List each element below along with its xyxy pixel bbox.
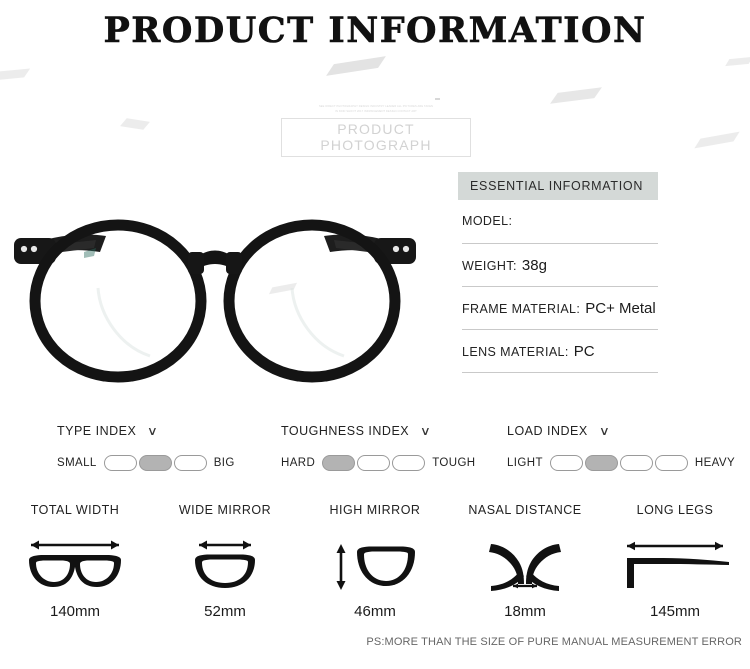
measurement-label: LONG LEGS (636, 503, 714, 517)
measurement-label: TOTAL WIDTH (30, 503, 120, 517)
measurement-value: 52mm (204, 603, 246, 620)
index-low-label: SMALL (57, 457, 97, 469)
index-pill-active[interactable] (138, 455, 172, 471)
decorative-shard-icon (0, 68, 31, 81)
index-pill[interactable] (549, 455, 583, 471)
spec-row-lens-material: LENS MATERIAL: PC (462, 343, 658, 373)
spec-divider (462, 372, 658, 373)
spec-divider (462, 243, 658, 244)
index-group-load: LOAD INDEX ∨ LIGHT HEAVY (507, 424, 735, 471)
spec-label: LENS MATERIAL: (462, 345, 569, 359)
glasses-full-width-icon (0, 535, 150, 595)
lens-width-icon (150, 535, 300, 595)
index-title-label: LOAD INDEX (507, 424, 588, 438)
spec-row-frame-material: FRAME MATERIAL: PC+ Metal (462, 300, 658, 330)
index-title: TOUGHNESS INDEX ∨ (281, 424, 476, 438)
decorative-shard-icon (326, 56, 386, 76)
index-low-label: HARD (281, 457, 316, 469)
watermark-photograph-label: PRODUCT PHOTOGRAPH (281, 118, 471, 157)
lens-height-icon (300, 535, 450, 595)
temple-length-icon (600, 535, 750, 595)
index-title-label: TOUGHNESS INDEX (281, 424, 410, 438)
chevron-down-icon: ∨ (419, 424, 432, 438)
measurement-label: HIGH MIRROR (329, 503, 421, 517)
measurement-long-legs: LONG LEGS 145mm (600, 503, 750, 623)
index-pill[interactable] (619, 455, 653, 471)
index-high-label: TOUGH (432, 457, 476, 469)
measurement-disclaimer: PS:MORE THAN THE SIZE OF PURE MANUAL MEA… (366, 636, 742, 648)
essential-information-panel: ESSENTIAL INFORMATION MODEL: WEIGHT: 38g… (458, 172, 658, 373)
index-title: LOAD INDEX ∨ (507, 424, 735, 438)
measurement-label: NASAL DISTANCE (468, 503, 582, 517)
index-group-toughness: TOUGHNESS INDEX ∨ HARD TOUGH (281, 424, 476, 471)
decorative-shard-icon (725, 56, 750, 67)
index-pill[interactable] (392, 455, 426, 471)
watermark-dot-icon (435, 98, 440, 100)
measurement-value: 145mm (649, 603, 701, 620)
measurement-total-width: TOTAL WIDTH 140mm (0, 503, 150, 623)
index-title-label: TYPE INDEX (57, 424, 137, 438)
watermark-line-2: IN KIND SHOOT 2017 INFRINGEMENT DESIGN C… (335, 110, 417, 113)
bridge-width-icon (450, 535, 600, 595)
decorative-shard-icon (694, 131, 740, 149)
index-pill[interactable] (103, 455, 137, 471)
page-title: PRODUCT INFORMATION (103, 10, 647, 52)
measurement-value: 46mm (354, 603, 396, 620)
index-pill[interactable] (654, 455, 688, 471)
product-photo (0, 196, 430, 392)
index-pills[interactable] (103, 455, 207, 471)
spec-divider (462, 329, 658, 330)
measurement-nasal-distance: NASAL DISTANCE 18mm (450, 503, 600, 623)
index-pill-active[interactable] (584, 455, 618, 471)
spec-row-weight: WEIGHT: 38g (462, 257, 658, 287)
index-pill-active[interactable] (322, 455, 356, 471)
spec-value: PC (573, 343, 595, 360)
watermark-block: SEE DIRECT PHOTOGRAPHY DESIGN INDUSTRY L… (281, 98, 471, 157)
chevron-down-icon: ∨ (147, 424, 159, 438)
index-group-type: TYPE INDEX ∨ SMALL BIG (57, 424, 235, 471)
chevron-down-icon: ∨ (598, 424, 611, 438)
spec-row-model: MODEL: (462, 214, 658, 244)
measurement-value: 140mm (49, 603, 101, 620)
index-pill[interactable] (173, 455, 207, 471)
measurement-label: WIDE MIRROR (178, 503, 272, 517)
measurement-section: TOTAL WIDTH 140mm WIDE MIRROR 52mm HIGH … (0, 503, 750, 623)
index-title: TYPE INDEX ∨ (57, 424, 235, 438)
index-section: TYPE INDEX ∨ SMALL BIG TOUGHNESS INDEX ∨… (0, 424, 750, 484)
measurement-value: 18mm (504, 603, 546, 620)
product-information-infographic: PRODUCT INFORMATION SEE DIRECT PHOTOGRAP… (0, 0, 750, 669)
index-high-label: BIG (213, 457, 235, 469)
measurement-high-mirror: HIGH MIRROR 46mm (300, 503, 450, 623)
spec-divider (462, 286, 658, 287)
index-low-label: LIGHT (507, 457, 543, 469)
index-pill[interactable] (357, 455, 391, 471)
index-high-label: HEAVY (694, 457, 736, 469)
spec-label: FRAME MATERIAL: (462, 302, 581, 316)
decorative-shard-icon (550, 87, 602, 104)
index-pills[interactable] (322, 455, 426, 471)
spec-label: WEIGHT: (462, 259, 517, 273)
spec-list: MODEL: WEIGHT: 38g FRAME MATERIAL: PC+ M… (458, 200, 658, 373)
measurement-wide-mirror: WIDE MIRROR 52mm (150, 503, 300, 623)
decorative-shard-icon (120, 118, 150, 130)
spec-value: 38g (521, 257, 547, 274)
spec-value: PC+ Metal (585, 300, 656, 317)
index-pills[interactable] (549, 455, 688, 471)
essential-information-heading: ESSENTIAL INFORMATION (458, 172, 658, 200)
spec-label: MODEL: (462, 214, 513, 228)
